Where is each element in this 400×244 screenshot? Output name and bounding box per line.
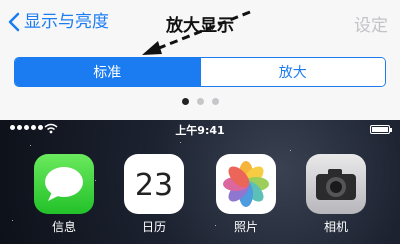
- app-label: 照片: [233, 220, 258, 234]
- calendar-icon: 23: [124, 154, 184, 214]
- set-button[interactable]: 设定: [354, 11, 388, 36]
- annotation-arrow-icon: [142, 10, 251, 55]
- segment-zoomed[interactable]: 放大: [199, 58, 385, 86]
- app-calendar[interactable]: 23 日历: [124, 154, 184, 235]
- display-zoom-settings: 显示与亮度 放大显示 设定 标准 放大: [0, 0, 400, 120]
- page-dot-3: [211, 98, 219, 105]
- page-indicator[interactable]: [0, 98, 400, 105]
- page-dot-2: [196, 98, 204, 105]
- status-bar: 上午9:41: [0, 120, 400, 138]
- app-label: 相机: [323, 220, 348, 234]
- segment-standard[interactable]: 标准: [15, 58, 200, 86]
- camera-icon: [306, 154, 366, 214]
- app-camera[interactable]: 相机: [306, 154, 366, 235]
- battery-icon: [370, 125, 392, 134]
- app-photos[interactable]: 照片: [216, 154, 276, 235]
- home-screen-preview: 上午9:41 信息 23 日历 照片 相机: [0, 120, 400, 244]
- status-time: 上午9:41: [175, 124, 225, 137]
- messages-icon: [34, 154, 94, 214]
- photos-icon: [216, 154, 276, 214]
- calendar-date: 23: [134, 168, 174, 203]
- page-dot-1: [181, 98, 189, 105]
- zoom-mode-segmented-control: 标准 放大: [14, 57, 386, 87]
- app-label: 日历: [141, 220, 166, 234]
- app-messages[interactable]: 信息: [34, 154, 94, 235]
- app-label: 信息: [51, 220, 76, 234]
